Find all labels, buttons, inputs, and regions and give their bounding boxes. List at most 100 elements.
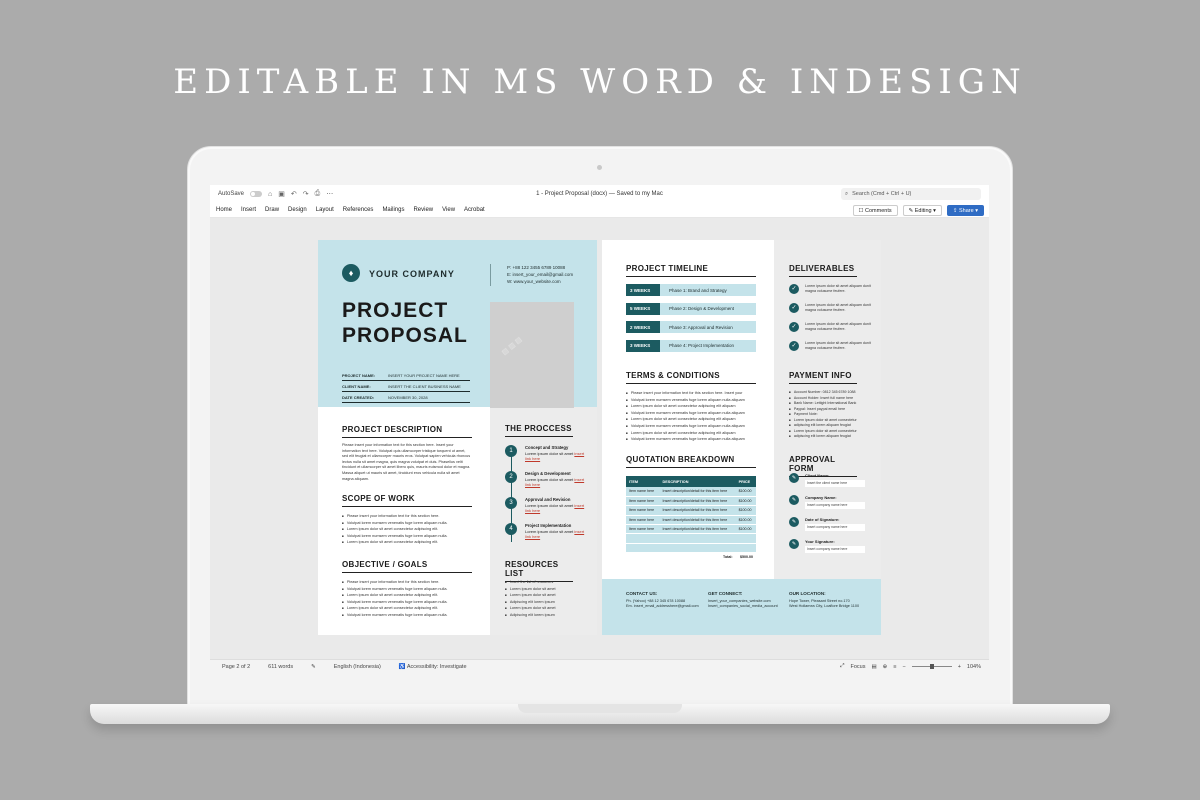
zoom-level[interactable]: 104% xyxy=(967,664,981,670)
tab-references[interactable]: References xyxy=(343,207,374,213)
terms-list: Please insert your information text for … xyxy=(626,390,766,443)
word-count[interactable]: 611 words xyxy=(268,664,293,670)
tab-insert[interactable]: Insert xyxy=(241,207,256,213)
proofing-icon[interactable]: ✎ xyxy=(311,664,316,670)
company-logo-icon: ♦ xyxy=(342,264,360,282)
table-row: Item name here Insert description/detail … xyxy=(626,505,756,516)
table-cell[interactable] xyxy=(626,533,660,544)
tab-draw[interactable]: Draw xyxy=(265,207,279,213)
section-title: SCOPE OF WORK xyxy=(342,494,472,507)
table-cell[interactable]: $100.00 xyxy=(735,505,756,516)
field-input[interactable]: Insert company name here xyxy=(805,524,865,531)
check-icon: ✓ xyxy=(789,303,799,313)
meta-value[interactable]: INSERT THE CLIENT BUSINESS NAME xyxy=(388,384,461,389)
print-layout-icon[interactable]: ▤ xyxy=(871,664,876,670)
table-header: ITEM DESCRIPTION PRICE xyxy=(626,476,756,487)
table-cell[interactable]: Item name here xyxy=(626,515,660,526)
meta-value[interactable]: INSERT YOUR PROJECT NAME HERE xyxy=(388,373,460,378)
section-title: THE PROCCESS xyxy=(505,424,573,437)
step-number: 1 xyxy=(505,445,517,457)
process-step: 2 Design & Development Lorem ipsum dolor s… xyxy=(505,471,585,497)
table-cell[interactable]: Insert description/detail for this item … xyxy=(659,496,736,507)
ribbon-tabs: Home Insert Draw Design Layout References Mail… xyxy=(216,207,494,213)
zoom-out-icon[interactable]: − xyxy=(902,664,905,670)
timeline-row: 3 WEEKS Phase 1: Brand and Strategy xyxy=(626,284,756,296)
tab-acrobat[interactable]: Acrobat xyxy=(464,207,485,213)
page-2[interactable]: PROJECT TIMELINE 3 WEEKS Phase 1: Brand a… xyxy=(602,240,881,635)
timeline-weeks: 5 WEEKS xyxy=(626,302,660,315)
table-cell[interactable]: $100.00 xyxy=(735,487,756,497)
step-desc: Lorem ipsum dolor sit amet insert link h… xyxy=(525,529,585,540)
page-1[interactable]: ▨ ▨ ▨ ♦ YOUR COMPANY P: +88 122 3455 678… xyxy=(318,240,597,635)
search-icon: ⌕ xyxy=(845,190,849,197)
editing-label: Editing xyxy=(914,207,932,214)
document-canvas[interactable]: ▨ ▨ ▨ ♦ YOUR COMPANY P: +88 122 3455 678… xyxy=(210,218,989,659)
share-label: Share xyxy=(959,207,974,214)
step-desc-text: Lorem ipsum dolor sit amet xyxy=(525,502,575,508)
language[interactable]: English (Indonesia) xyxy=(334,664,381,670)
table-cell[interactable] xyxy=(659,533,736,544)
image-placeholder[interactable]: ▨ ▨ ▨ xyxy=(490,302,574,408)
timeline-weeks: 3 WEEKS xyxy=(626,339,660,352)
field-input[interactable]: Insert the client name here xyxy=(805,480,865,487)
table-cell[interactable]: Item name here xyxy=(626,487,660,497)
table-cell[interactable]: Item name here xyxy=(626,524,660,535)
meta-value[interactable]: NOVEMBER 30, 2028 xyxy=(388,395,428,400)
column-header: PRICE xyxy=(735,476,756,487)
table-cell[interactable] xyxy=(735,543,756,554)
check-icon: ✓ xyxy=(789,284,799,294)
headline: EDITABLE IN MS WORD & INDESIGN xyxy=(173,62,1027,102)
list-item: Adipiscing elit lorem ipsum xyxy=(505,612,585,619)
table-cell[interactable]: $100.00 xyxy=(735,524,756,535)
table-cell[interactable]: Insert description/detail for this item … xyxy=(659,505,736,516)
table-cell[interactable]: Item name here xyxy=(626,505,660,516)
web-layout-icon[interactable]: ⊕ xyxy=(883,664,888,670)
step-desc-text: Lorem ipsum dolor sit amet xyxy=(525,476,575,482)
meta-label: CLIENT NAME: xyxy=(342,384,371,389)
tab-layout[interactable]: Layout xyxy=(316,207,334,213)
zoom-in-icon[interactable]: + xyxy=(958,664,961,670)
step-desc: Lorem ipsum dolor sit amet insert link h… xyxy=(525,451,585,462)
tab-home[interactable]: Home xyxy=(216,207,232,213)
page-count[interactable]: Page 2 of 2 xyxy=(222,664,250,670)
process-step: 3 Approval and Revision Lorem ipsum dolor … xyxy=(505,497,585,523)
table-cell[interactable]: $100.00 xyxy=(735,515,756,526)
meta-row: PROJECT NAME: INSERT YOUR PROJECT NAME HE… xyxy=(342,371,470,381)
timeline-weeks: 3 WEEKS xyxy=(626,284,660,296)
quotation-table: ITEM DESCRIPTION PRICE Item name here Insert… xyxy=(626,476,756,563)
table-cell[interactable]: Insert description/detail for this item … xyxy=(659,487,736,497)
pencil-icon: ✎ xyxy=(789,539,799,549)
footer-line: West Hollamea City, Loaflore Bridge 1100 xyxy=(789,604,860,608)
editing-button[interactable]: ✎ Editing ▾ xyxy=(902,205,942,216)
comments-button[interactable]: ☐ Comments xyxy=(852,205,898,216)
tab-review[interactable]: Review xyxy=(413,207,433,213)
timeline-row: 2 WEEKS Phase 3: Approval and Revision xyxy=(626,321,756,333)
meta-label: DATE CREATED: xyxy=(342,395,375,400)
outline-icon[interactable]: ≡ xyxy=(893,664,896,670)
step-text: Project Implementation Lorem ipsum dolor … xyxy=(525,523,585,549)
field-input[interactable]: Insert company name here xyxy=(805,546,865,553)
list-item: Lorem ipsum dolor sit amet consectetur a… xyxy=(342,539,477,546)
tab-design[interactable]: Design xyxy=(288,207,307,213)
camera-icon xyxy=(597,165,602,170)
tab-mailings[interactable]: Mailings xyxy=(382,207,404,213)
table-cell[interactable]: $100.00 xyxy=(735,496,756,507)
search-input[interactable]: ⌕ Search (Cmd + Ctrl + U) xyxy=(841,188,981,200)
field-input[interactable]: Insert company name here xyxy=(805,502,865,509)
focus-icon[interactable]: ⤢ xyxy=(840,663,844,670)
list-item: Lorem ipsum dolor sit amet xyxy=(505,605,585,612)
table-cell[interactable]: Insert description/detail for this item … xyxy=(659,524,736,535)
check-icon: ✓ xyxy=(789,322,799,332)
table-cell[interactable] xyxy=(735,533,756,544)
tab-view[interactable]: View xyxy=(442,207,455,213)
accessibility[interactable]: ♿ Accessibility: Investigate xyxy=(399,664,467,670)
zoom-slider[interactable] xyxy=(911,664,952,669)
share-button[interactable]: ⇪ Share ▾ xyxy=(946,205,984,216)
process-step: 4 Project Implementation Lorem ipsum dolor… xyxy=(505,523,585,549)
focus-label[interactable]: Focus xyxy=(850,664,865,670)
table-cell[interactable] xyxy=(626,543,660,554)
list-item: Lorem ipsum dolor sit amet consectetur a… xyxy=(342,605,477,612)
table-cell[interactable]: Insert description/detail for this item … xyxy=(659,515,736,526)
table-cell[interactable]: Item name here xyxy=(626,496,660,507)
table-cell[interactable] xyxy=(659,543,736,554)
